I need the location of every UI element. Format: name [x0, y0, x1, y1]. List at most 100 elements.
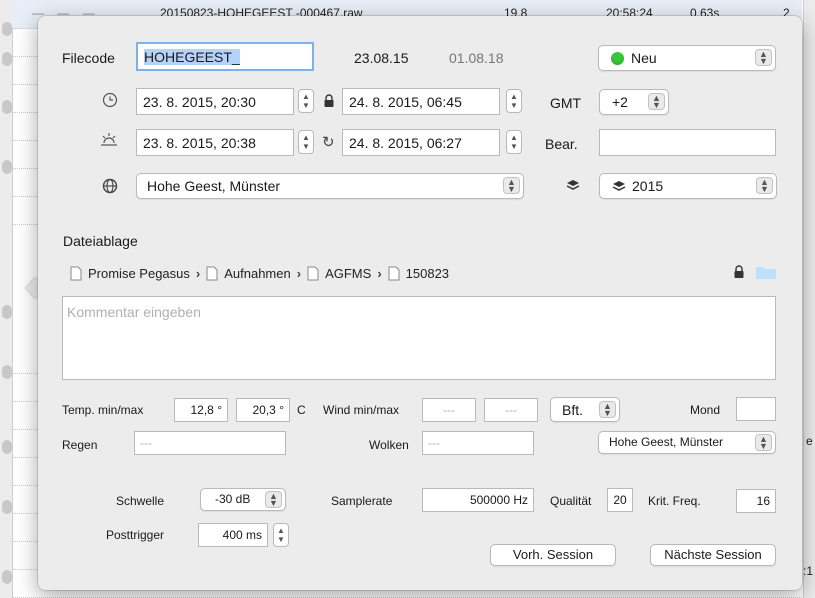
modified-date: 01.08.18 [449, 50, 504, 66]
breadcrumb-item[interactable]: 150823 [406, 266, 449, 281]
row-marker [2, 500, 12, 514]
mond-field[interactable] [736, 397, 776, 421]
document-icon [70, 266, 82, 281]
regen-placeholder: --- [140, 436, 152, 450]
krit-freq-field[interactable]: 16 [736, 489, 776, 513]
temp-label: Temp. min/max [62, 403, 144, 417]
row-marker [2, 570, 12, 584]
layer-popup[interactable]: 2015 ▲ ▼ [599, 173, 777, 199]
location-value: Hohe Geest, Münster [147, 178, 281, 194]
posttrigger-label: Posttrigger [106, 528, 165, 542]
temp-max-field[interactable]: 20,3 ° [236, 398, 290, 422]
start-time-field[interactable]: 23. 8. 2015, 20:30 [136, 88, 294, 115]
status-popup[interactable]: Neu ▲ ▼ [598, 45, 776, 71]
comment-placeholder: Kommentar eingeben [67, 304, 201, 320]
document-icon [307, 266, 319, 281]
gmt-label: GMT [550, 95, 582, 111]
sunrise-time-stepper[interactable]: ▲ ▼ [506, 130, 522, 154]
end-time-stepper[interactable]: ▲ ▼ [506, 89, 522, 113]
breadcrumb-item[interactable]: AGFMS [325, 266, 371, 281]
chevron-updown-icon: ▲ ▼ [648, 93, 665, 110]
chevron-right-icon: › [377, 265, 382, 281]
filecode-label: Filecode [62, 50, 115, 66]
schwelle-label: Schwelle [116, 494, 165, 508]
row-marker [2, 160, 12, 174]
filecode-input[interactable]: HOHEGEEST_ [136, 42, 314, 71]
row-marker [2, 365, 12, 379]
background-fragment: :1 [803, 564, 814, 578]
row-marker [2, 305, 12, 319]
lock-icon[interactable] [323, 93, 335, 109]
refresh-icon[interactable]: ↻ [322, 133, 335, 151]
breadcrumb-item[interactable]: Promise Pegasus [88, 266, 190, 281]
chevron-updown-icon: ▲ ▼ [756, 177, 773, 194]
sunrise-time-field[interactable]: 24. 8. 2015, 06:27 [342, 129, 500, 156]
regen-field[interactable]: --- [134, 431, 286, 455]
background-fragment: e [806, 434, 813, 448]
next-session-button[interactable]: Nächste Session [650, 544, 776, 566]
clock-icon [102, 92, 118, 108]
posttrigger-stepper[interactable]: ▲ ▼ [273, 523, 289, 547]
status-green-icon [611, 52, 624, 65]
weather-location-popup[interactable]: Hohe Geest, Münster ▲ ▼ [598, 431, 776, 454]
wind-max-placeholder: --- [505, 403, 517, 417]
wind-label: Wind min/max [323, 403, 400, 417]
bear-label: Bear. [545, 136, 578, 152]
qualitaet-label: Qualität [550, 494, 592, 508]
row-marker [2, 22, 12, 36]
row-marker [2, 440, 12, 454]
temp-min-field[interactable]: 12,8 ° [174, 398, 228, 422]
globe-icon [102, 178, 118, 194]
dateiablage-label: Dateiablage [63, 233, 138, 249]
weather-location-value: Hohe Geest, Münster [609, 435, 724, 449]
regen-label: Regen [62, 438, 98, 452]
sunrise-icon [100, 132, 118, 148]
layer-value: 2015 [632, 178, 664, 194]
lock-icon[interactable] [733, 264, 745, 280]
chevron-updown-icon: ▲ ▼ [265, 491, 282, 508]
prev-session-button[interactable]: Vorh. Session [490, 544, 616, 566]
wolken-placeholder: --- [428, 436, 440, 450]
row-marker [2, 52, 12, 66]
sunset-time-field[interactable]: 23. 8. 2015, 20:38 [136, 129, 294, 156]
wolken-label: Wolken [369, 438, 409, 452]
document-icon [388, 266, 400, 281]
breadcrumb-item[interactable]: Aufnahmen [224, 266, 291, 281]
gmt-value: +2 [612, 94, 628, 110]
qualitaet-field[interactable]: 20 [607, 488, 633, 512]
wind-max-field[interactable]: --- [484, 398, 538, 422]
chevron-right-icon: › [195, 265, 201, 281]
posttrigger-field[interactable]: 400 ms [198, 523, 268, 547]
document-icon [206, 266, 218, 281]
status-value: Neu [631, 50, 657, 66]
chevron-updown-icon: ▲ ▼ [503, 177, 520, 194]
gmt-popup[interactable]: +2 ▲ ▼ [599, 89, 669, 115]
start-time-stepper[interactable]: ▲ ▼ [298, 89, 314, 113]
samplerate-field[interactable]: 500000 Hz [422, 488, 534, 512]
row-marker [2, 100, 12, 114]
comment-textarea[interactable]: Kommentar eingeben [62, 296, 776, 380]
layers-icon [566, 179, 580, 193]
samplerate-label: Samplerate [331, 494, 393, 508]
wind-unit-popup[interactable]: Bft. ▲ ▼ [550, 397, 620, 422]
chevron-right-icon: › [296, 265, 302, 281]
location-popup[interactable]: Hohe Geest, Münster ▲ ▼ [136, 173, 524, 199]
bear-field[interactable] [599, 129, 776, 156]
folder-icon[interactable] [756, 265, 776, 279]
wind-min-placeholder: --- [443, 403, 455, 417]
filecode-value: HOHEGEEST_ [144, 49, 240, 65]
end-time-field[interactable]: 24. 8. 2015, 06:45 [342, 88, 500, 115]
sunset-time-stepper[interactable]: ▲ ▼ [298, 130, 314, 154]
wolken-field[interactable]: --- [422, 431, 534, 455]
breadcrumb: Promise Pegasus › Aufnahmen › AGFMS › 15… [70, 263, 449, 283]
chevron-updown-icon: ▲ ▼ [599, 401, 616, 418]
wind-unit-value: Bft. [562, 402, 584, 418]
schwelle-value: -30 dB [215, 492, 251, 506]
temp-unit: C [297, 403, 306, 417]
schwelle-popup[interactable]: -30 dB ▲ ▼ [200, 488, 286, 511]
recording-date: 23.08.15 [354, 50, 409, 66]
wind-min-field[interactable]: --- [422, 398, 476, 422]
krit-freq-label: Krit. Freq. [648, 494, 701, 508]
chevron-updown-icon: ▲ ▼ [755, 434, 772, 451]
layers-icon [612, 180, 626, 194]
